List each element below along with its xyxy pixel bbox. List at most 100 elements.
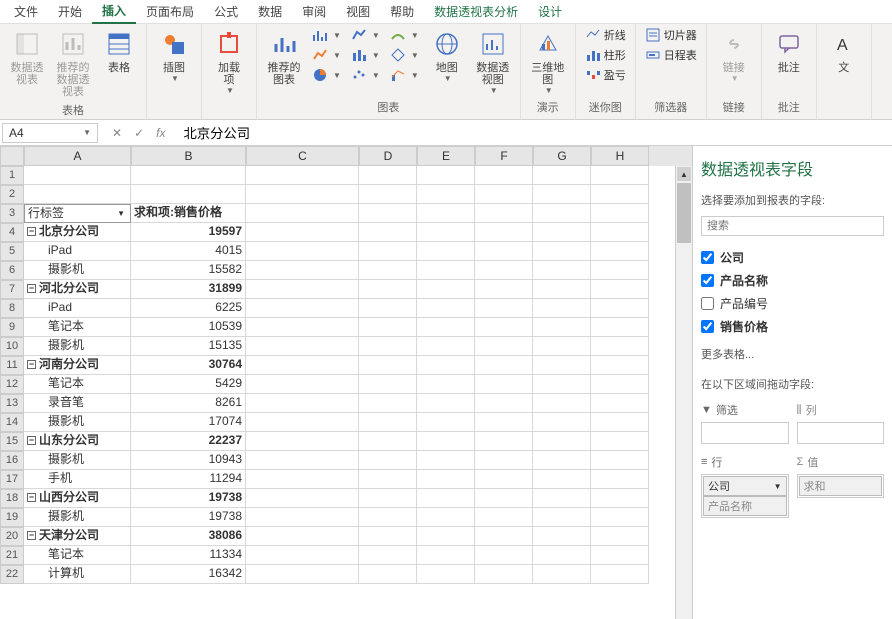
row-header-4[interactable]: 4	[0, 223, 24, 242]
pivot-value-cell[interactable]: 17074	[131, 413, 246, 432]
collapse-icon[interactable]: −	[27, 227, 36, 236]
illustration-button[interactable]: 插图▼	[153, 26, 195, 85]
cell[interactable]	[417, 204, 475, 223]
cell[interactable]	[417, 261, 475, 280]
cell[interactable]	[475, 413, 533, 432]
field-checkbox[interactable]	[701, 297, 714, 310]
chart-radar-button[interactable]: ▼	[387, 46, 422, 64]
cell[interactable]	[359, 280, 417, 299]
cell[interactable]	[591, 470, 649, 489]
cell[interactable]	[475, 565, 533, 584]
pivot-value-cell[interactable]: 38086	[131, 527, 246, 546]
cell[interactable]	[533, 280, 591, 299]
pivot-item-cell[interactable]: 计算机	[24, 565, 131, 584]
cell[interactable]	[475, 375, 533, 394]
cell[interactable]	[417, 337, 475, 356]
cell[interactable]	[533, 375, 591, 394]
cell[interactable]	[246, 299, 359, 318]
row-field-item-2[interactable]: 产品名称	[703, 496, 787, 516]
cell[interactable]	[591, 527, 649, 546]
scroll-up-arrow[interactable]: ▲	[677, 167, 691, 181]
cell[interactable]	[417, 413, 475, 432]
chart-scatter-button[interactable]: ▼	[348, 66, 383, 84]
pivot-item-cell[interactable]: 笔记本	[24, 546, 131, 565]
pivot-group-cell[interactable]: −河北分公司	[24, 280, 131, 299]
pivot-value-cell[interactable]: 15582	[131, 261, 246, 280]
cell[interactable]	[246, 166, 359, 185]
cell[interactable]	[359, 318, 417, 337]
cell[interactable]	[475, 166, 533, 185]
cell[interactable]	[417, 375, 475, 394]
pivot-value-cell[interactable]: 30764	[131, 356, 246, 375]
maps-button[interactable]: 地图▼	[426, 26, 468, 85]
row-header-13[interactable]: 13	[0, 394, 24, 413]
cell[interactable]	[417, 394, 475, 413]
pivot-item-cell[interactable]: 录音笔	[24, 394, 131, 413]
col-header-D[interactable]: D	[359, 146, 417, 166]
cell[interactable]	[475, 280, 533, 299]
pivot-item-cell[interactable]: 摄影机	[24, 337, 131, 356]
pivot-group-cell[interactable]: −河南分公司	[24, 356, 131, 375]
cell[interactable]	[246, 337, 359, 356]
cell[interactable]	[591, 318, 649, 337]
cell[interactable]	[591, 394, 649, 413]
comment-button[interactable]: 批注	[768, 26, 810, 76]
pivot-value-cell[interactable]: 22237	[131, 432, 246, 451]
cell[interactable]	[359, 166, 417, 185]
chart-combo-button[interactable]: ▼	[387, 66, 422, 84]
cell[interactable]	[417, 451, 475, 470]
pivot-value-cell[interactable]: 6225	[131, 299, 246, 318]
cell[interactable]	[475, 432, 533, 451]
pivot-value-cell[interactable]: 4015	[131, 242, 246, 261]
row-header-17[interactable]: 17	[0, 470, 24, 489]
cell[interactable]	[475, 508, 533, 527]
cell[interactable]	[246, 565, 359, 584]
more-tables-link[interactable]: 更多表格...	[701, 346, 884, 362]
cell[interactable]	[475, 185, 533, 204]
cell[interactable]	[475, 489, 533, 508]
cell[interactable]	[246, 546, 359, 565]
col-header-F[interactable]: F	[475, 146, 533, 166]
cell[interactable]	[417, 242, 475, 261]
cell[interactable]	[475, 337, 533, 356]
cell[interactable]	[533, 356, 591, 375]
collapse-icon[interactable]: −	[27, 493, 36, 502]
sparkline-line-button[interactable]: 折线	[582, 26, 629, 44]
recommended-pivot-button[interactable]: 推荐的 数据透视表	[52, 26, 94, 100]
cell[interactable]	[533, 185, 591, 204]
cell[interactable]	[359, 261, 417, 280]
cell[interactable]	[246, 204, 359, 223]
cell[interactable]	[533, 318, 591, 337]
cell[interactable]	[246, 394, 359, 413]
pivot-group-cell[interactable]: −天津分公司	[24, 527, 131, 546]
collapse-icon[interactable]: −	[27, 531, 36, 540]
cell[interactable]	[246, 451, 359, 470]
cell[interactable]	[246, 318, 359, 337]
tab-home[interactable]: 开始	[48, 0, 92, 23]
cell[interactable]	[591, 508, 649, 527]
pivot-value-cell[interactable]: 10539	[131, 318, 246, 337]
filter-area-box[interactable]	[701, 422, 789, 444]
cell[interactable]	[417, 299, 475, 318]
text-button[interactable]: A 文	[823, 26, 865, 76]
cell[interactable]	[359, 546, 417, 565]
cell[interactable]	[475, 451, 533, 470]
row-header-11[interactable]: 11	[0, 356, 24, 375]
pivot-item-cell[interactable]: 摄影机	[24, 508, 131, 527]
cell[interactable]	[591, 451, 649, 470]
cell[interactable]	[533, 565, 591, 584]
col-header-G[interactable]: G	[533, 146, 591, 166]
pivot-item-cell[interactable]: 笔记本	[24, 318, 131, 337]
pivot-item-cell[interactable]: 摄影机	[24, 261, 131, 280]
cell[interactable]	[359, 413, 417, 432]
pivot-value-cell[interactable]: 16342	[131, 565, 246, 584]
cell[interactable]	[359, 565, 417, 584]
cell[interactable]	[533, 337, 591, 356]
col-header-B[interactable]: B	[131, 146, 246, 166]
tab-view[interactable]: 视图	[336, 0, 380, 23]
chart-hierarchy-button[interactable]: ▼	[309, 46, 344, 64]
cell[interactable]	[359, 204, 417, 223]
row-area-box[interactable]: 公司▼ 产品名称	[701, 474, 789, 518]
cell[interactable]	[417, 223, 475, 242]
pivot-item-cell[interactable]: 手机	[24, 470, 131, 489]
